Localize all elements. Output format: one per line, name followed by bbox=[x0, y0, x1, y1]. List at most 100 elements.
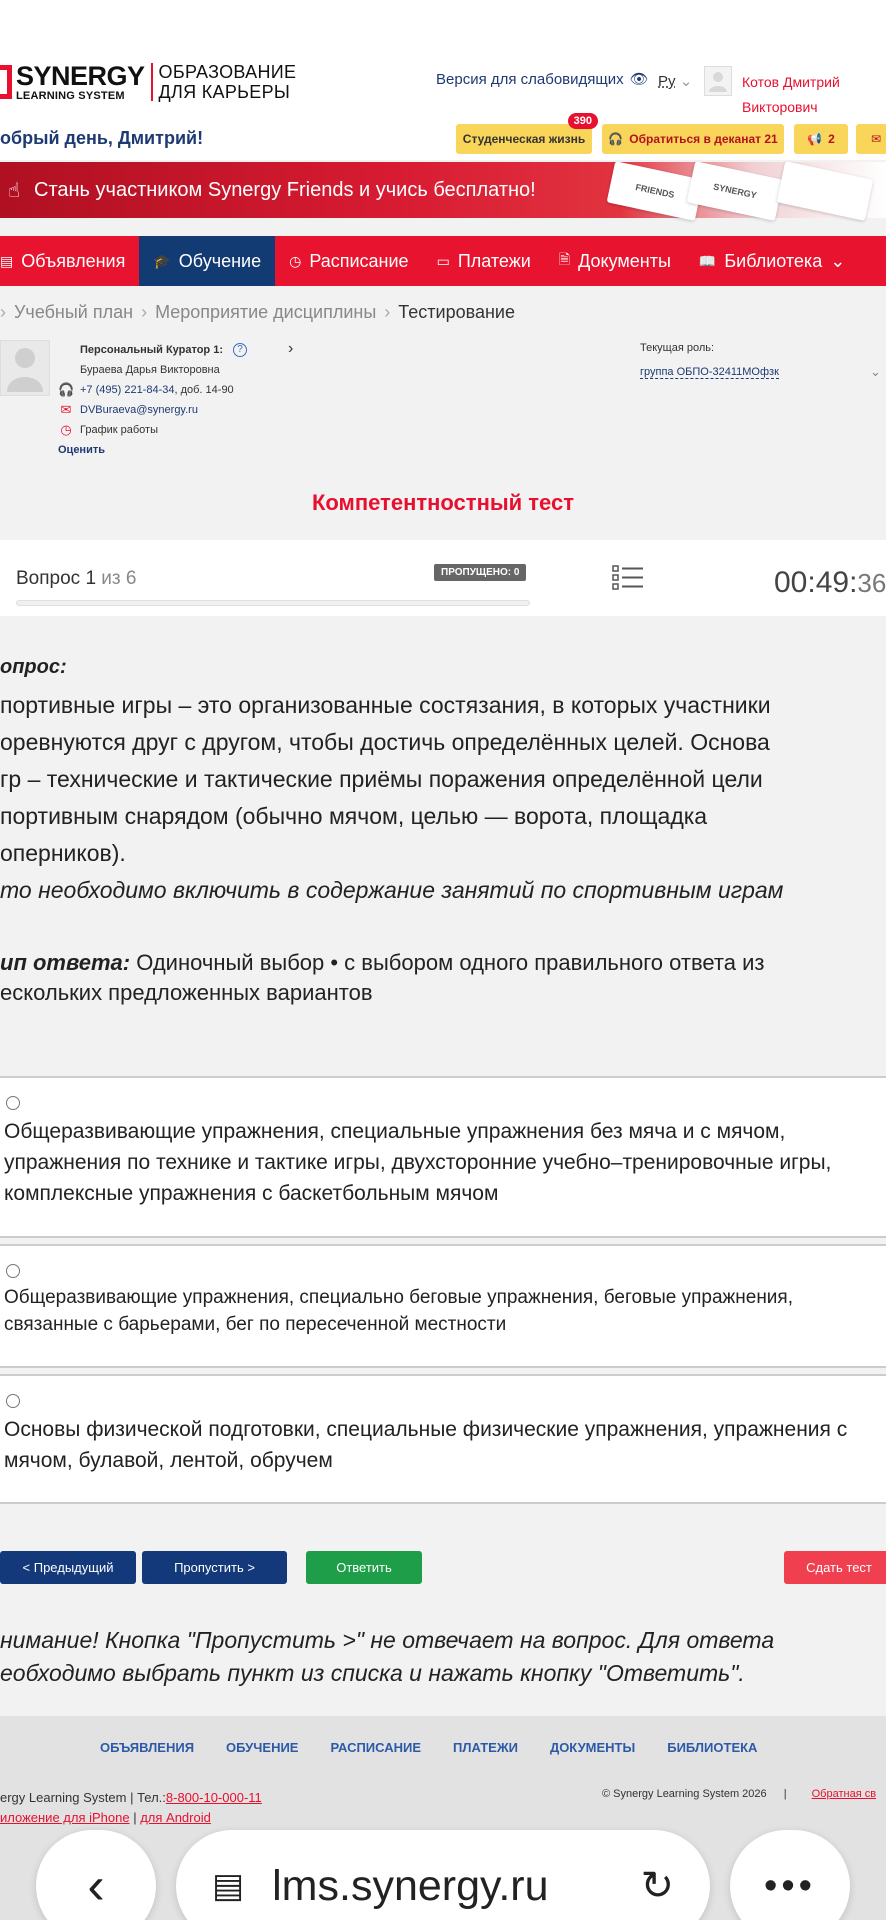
wallet-icon: ▭ bbox=[436, 252, 450, 269]
headset-icon: 🎧 bbox=[58, 382, 75, 397]
answer-option[interactable]: Общеразвивающие упражнения, специальные … bbox=[0, 1076, 886, 1238]
user-name[interactable]: Котов Дмитрий Викторович bbox=[742, 70, 840, 120]
question-counter: Вопрос 1 из 6 bbox=[16, 568, 137, 589]
curator-photo bbox=[0, 340, 50, 396]
breadcrumb-study-plan[interactable]: Учебный план bbox=[14, 302, 133, 323]
chevron-down-icon[interactable]: ⌄ bbox=[870, 364, 881, 380]
nav-announcements[interactable]: ▤ Объявления bbox=[0, 236, 139, 286]
answer-text: Общеразвивающие упражнения, специальные … bbox=[4, 1120, 832, 1205]
answer-radio[interactable] bbox=[6, 1264, 20, 1278]
answer-type: ип ответа: Одиночный выбор • с выбором о… bbox=[0, 950, 765, 1005]
more-dots-icon: ••• bbox=[764, 1864, 816, 1907]
question-list-icon[interactable] bbox=[612, 564, 644, 592]
curator-phone[interactable]: +7 (495) 221-84-34 bbox=[80, 384, 174, 396]
address-bar[interactable]: ▤ lms.synergy.ru ↻ bbox=[176, 1830, 710, 1920]
test-title: Компетентностный тест bbox=[311, 490, 575, 515]
footer-nav-payments[interactable]: ПЛАТЕЖИ bbox=[453, 1740, 518, 1755]
announcements-button[interactable]: 📢 2 bbox=[794, 124, 848, 154]
chevron-right-icon[interactable]: › bbox=[288, 340, 293, 358]
chevron-right-icon: › bbox=[384, 302, 391, 322]
accessibility-link[interactable]: Версия для слабовидящих 👁 bbox=[436, 70, 649, 89]
user-avatar[interactable] bbox=[704, 66, 732, 96]
nav-payments[interactable]: ▭ Платежи bbox=[423, 236, 545, 286]
skip-warning: нимание! Кнопка "Пропустить >" не отвеча… bbox=[0, 1627, 775, 1686]
chevron-right-icon: › bbox=[0, 302, 6, 322]
breadcrumb-testing: Тестирование bbox=[398, 302, 515, 322]
test-progress-bar bbox=[16, 600, 530, 606]
logo-mark-icon bbox=[0, 65, 12, 99]
logo-subtitle: LEARNING SYSTEM bbox=[16, 89, 125, 102]
promo-banner[interactable]: ☝ Стань участником Synergy Friends и учи… bbox=[0, 161, 886, 221]
synergy-logo[interactable]: SYNERGY LEARNING SYSTEM ОБРАЗОВАНИЕ ДЛЯ … bbox=[0, 62, 296, 102]
question-label: опрос: bbox=[0, 656, 67, 678]
footer-company: ergy Learning System bbox=[0, 1790, 127, 1805]
breadcrumb-discipline-event[interactable]: Мероприятие дисциплины bbox=[155, 302, 376, 323]
clock-icon: ◷ bbox=[60, 422, 72, 437]
chevron-down-icon: ⌄ bbox=[830, 250, 846, 271]
answer-text: Основы физической подготовки, специальны… bbox=[4, 1418, 848, 1472]
question-ask: то необходимо включить в содержание заня… bbox=[0, 877, 784, 903]
contact-dean-button[interactable]: 🎧 Обратиться в деканат 21 bbox=[602, 124, 784, 154]
headset-icon: 🎧 bbox=[608, 132, 624, 146]
footer-nav-library[interactable]: БИБЛИОТЕКА bbox=[667, 1740, 757, 1755]
answer-option[interactable]: Основы физической подготовки, специальны… bbox=[0, 1374, 886, 1504]
document-icon: 🗎 bbox=[558, 251, 571, 267]
feedback-link[interactable]: Обратная св bbox=[812, 1788, 876, 1800]
graduation-cap-icon: 🎓 bbox=[153, 252, 171, 269]
curator-name: Бураева Дарья Викторовна bbox=[80, 364, 220, 376]
logo-slogan: ОБРАЗОВАНИЕ ДЛЯ КАРЬЕРЫ bbox=[158, 62, 297, 102]
question-block: опрос: портивные игры – это организованн… bbox=[0, 656, 886, 909]
footer-nav-documents[interactable]: ДОКУМЕНТЫ bbox=[550, 1740, 635, 1755]
mail-icon: ✉ bbox=[870, 132, 882, 146]
language-select[interactable]: Ру ⌄ bbox=[658, 72, 692, 90]
curator-phone-ext: , доб. 14-90 bbox=[174, 384, 234, 396]
nav-learning[interactable]: 🎓 Обучение bbox=[139, 236, 276, 286]
answer-option[interactable]: Общеразвивающие упражнения, специально б… bbox=[0, 1244, 886, 1368]
submit-test-button[interactable]: Сдать тест bbox=[784, 1551, 886, 1584]
nav-library[interactable]: 📖 Библиотека ⌄ bbox=[685, 236, 859, 286]
list-icon: ▤ bbox=[0, 252, 14, 269]
footer-phone[interactable]: 8-800-10-000-11 bbox=[166, 1790, 262, 1805]
footer-nav-schedule[interactable]: РАСПИСАНИЕ bbox=[330, 1740, 421, 1755]
reader-mode-icon[interactable]: ▤ bbox=[212, 1866, 244, 1906]
book-icon: 📖 bbox=[698, 252, 717, 269]
site-header: SYNERGY LEARNING SYSTEM ОБРАЗОВАНИЕ ДЛЯ … bbox=[0, 0, 886, 160]
curator-schedule[interactable]: График работы bbox=[80, 424, 158, 436]
nav-schedule[interactable]: ◷ Расписание bbox=[275, 236, 422, 286]
footer-nav-announcements[interactable]: ОБЪЯВЛЕНИЯ bbox=[100, 1740, 194, 1755]
answer-radio[interactable] bbox=[6, 1394, 20, 1408]
countdown-timer: 00:49:36 bbox=[774, 566, 886, 599]
skipped-badge: ПРОПУЩЕНО: 0 bbox=[434, 564, 527, 581]
logo-divider bbox=[150, 63, 153, 101]
help-icon[interactable]: ? bbox=[233, 343, 247, 357]
role-select[interactable]: группа ОБПО-32411МОфзк bbox=[640, 366, 779, 379]
question-text: портивные игры – это организованные сост… bbox=[0, 692, 771, 866]
avatar-placeholder-icon bbox=[709, 72, 727, 92]
curator-email[interactable]: DVBuraeva@synergy.ru bbox=[80, 404, 198, 416]
answer-radio[interactable] bbox=[6, 1096, 20, 1110]
skip-button[interactable]: Пропустить > bbox=[142, 1551, 287, 1584]
footer-nav-learning[interactable]: ОБУЧЕНИЕ bbox=[226, 1740, 298, 1755]
back-button[interactable]: ‹ bbox=[36, 1830, 156, 1920]
megaphone-icon: 📢 bbox=[807, 132, 823, 146]
banner-card bbox=[776, 161, 874, 221]
nav-documents[interactable]: 🗎 Документы bbox=[545, 236, 685, 286]
role-label: Текущая роль: bbox=[640, 342, 715, 354]
more-menu-button[interactable]: ••• bbox=[730, 1830, 850, 1920]
rate-curator-link[interactable]: Оценить bbox=[58, 444, 105, 456]
person-icon bbox=[7, 348, 43, 392]
logo-title: SYNERGY bbox=[16, 60, 145, 91]
url-text: lms.synergy.ru bbox=[272, 1861, 549, 1910]
chevron-down-icon: ⌄ bbox=[679, 73, 693, 90]
banner-text: Стань участником Synergy Friends и учись… bbox=[34, 178, 536, 201]
previous-button[interactable]: < Предыдущий bbox=[0, 1551, 136, 1584]
answer-button[interactable]: Ответить bbox=[306, 1551, 422, 1584]
current-role: Текущая роль: группа ОБПО-32411МОфзк bbox=[640, 342, 779, 379]
answer-text: Общеразвивающие упражнения, специально б… bbox=[4, 1287, 793, 1335]
pointer-hand-icon: ☝ bbox=[7, 179, 21, 202]
messages-button[interactable]: ✉ bbox=[856, 124, 886, 154]
curator-card: Персональный Куратор 1: ? Бураева Дарья … bbox=[58, 340, 247, 460]
question-status-bar: Вопрос 1 из 6 ПРОПУЩЕНО: 0 00:49:36 bbox=[0, 540, 886, 616]
reload-icon[interactable]: ↻ bbox=[640, 1863, 674, 1909]
student-life-button[interactable]: Студенческая жизнь 390 bbox=[456, 113, 598, 154]
